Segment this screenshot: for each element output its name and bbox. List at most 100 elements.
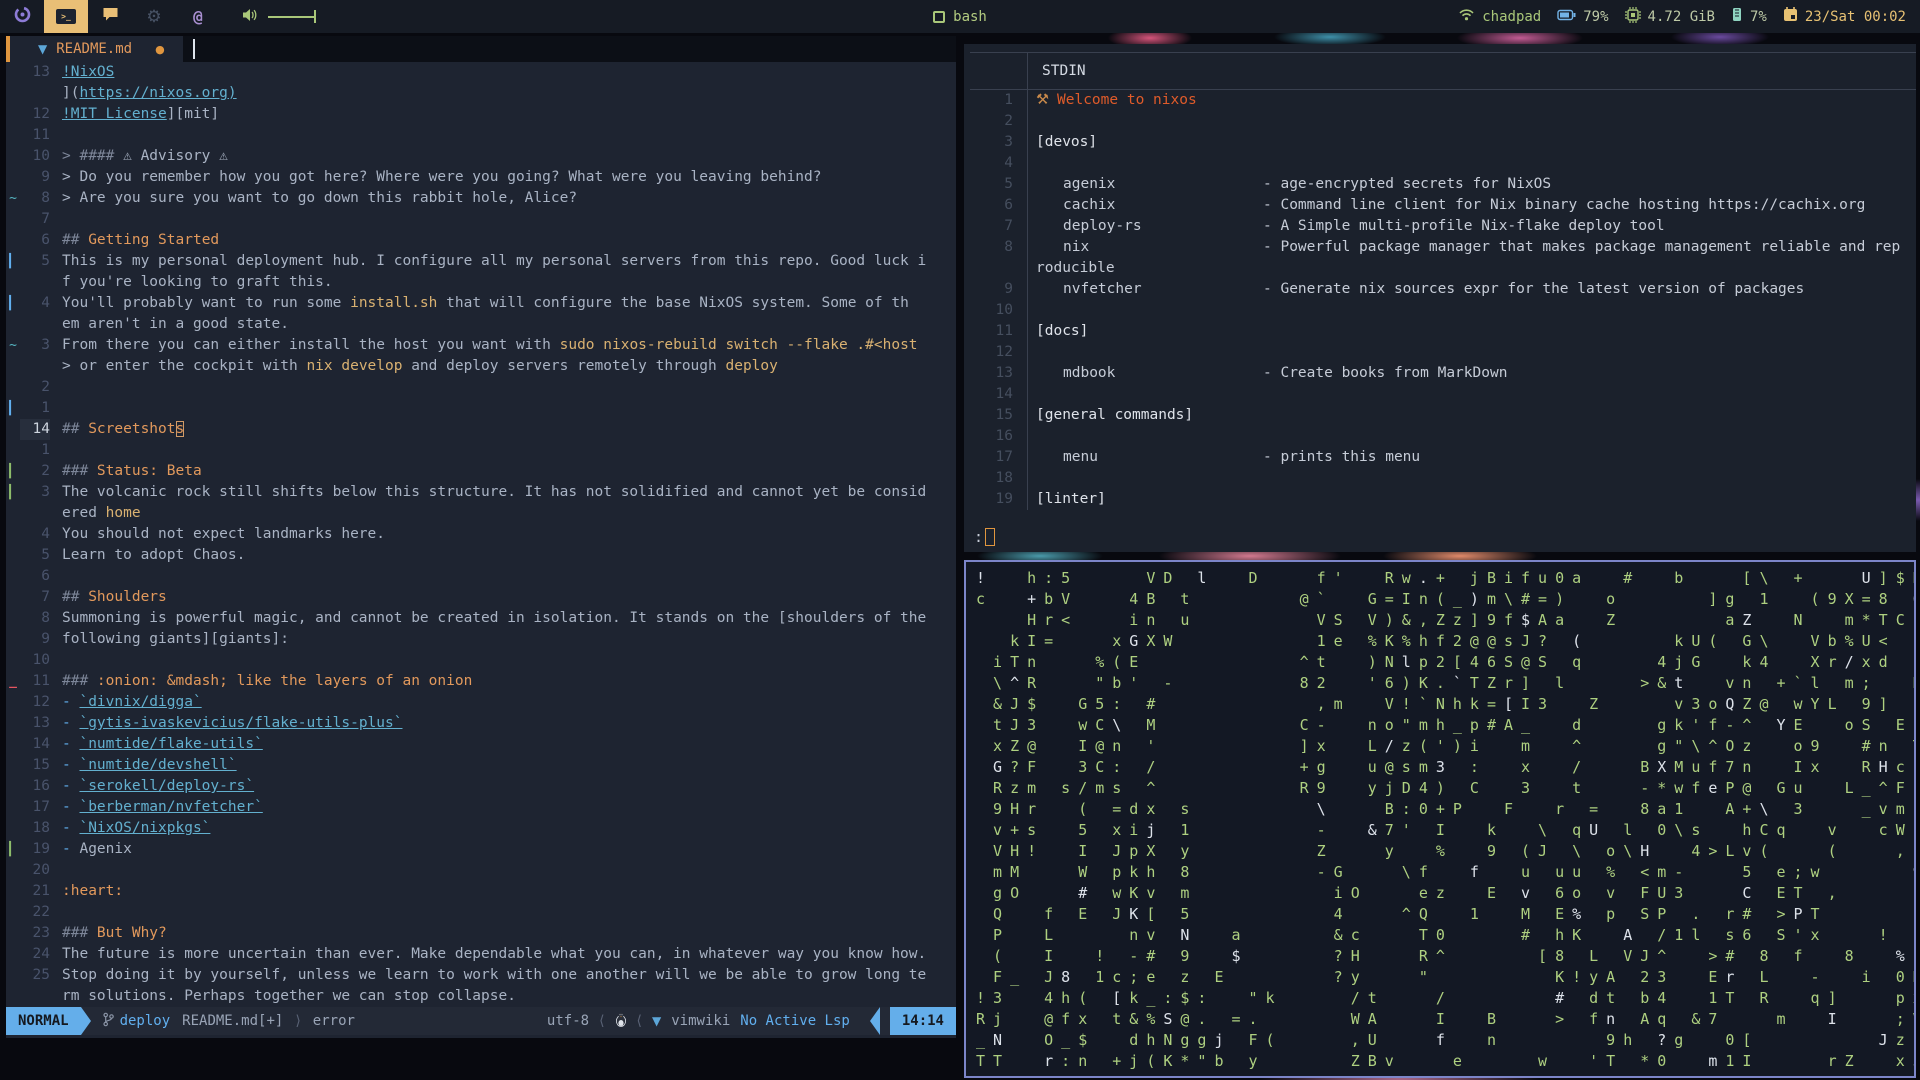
cpu-chip-icon [1624, 6, 1641, 27]
editor-window[interactable]: ▼ README.md ● 13 !NixOS ](https://nixos.o… [6, 36, 956, 1038]
volume-slider[interactable] [268, 15, 314, 18]
window-title: bash [953, 8, 987, 25]
filetype-label: vimwiki [671, 1013, 731, 1029]
network-status[interactable]: chadpad [1458, 8, 1541, 25]
editor-row[interactable]: ▎ 2 ### Status: Beta [6, 461, 956, 482]
matrix-row: _N O_$ dhNggj F( ,U f n 9h ?g 0[ Jz T [976, 1031, 1913, 1049]
editor-row[interactable]: 13 !NixOS [6, 62, 956, 83]
link[interactable]: !MIT License [62, 106, 167, 122]
chevron-left-icon: ⟨ [599, 1013, 605, 1029]
pager-row: 8 nix - Powerful package manager that make… [970, 237, 1916, 258]
editor-row[interactable]: rm solutions. Perhaps together we can st… [6, 986, 956, 1007]
tab-filename: README.md [56, 41, 133, 57]
editor-row[interactable]: ▎ 5 This is my personal deployment hub. I … [6, 251, 956, 272]
editor-row[interactable]: > or enter the cockpit with nix develop … [6, 356, 956, 377]
link[interactable]: https://nixos.org) [79, 85, 236, 101]
pager-row: 9 nvfetcher - Generate nix sources expr fo… [970, 279, 1916, 300]
workspace-chat[interactable] [88, 0, 132, 33]
pager-window[interactable]: STDIN 1 ⚒ Welcome to nixos 2 3 [devos] 4 5 ageni… [964, 44, 1916, 552]
editor-row[interactable]: 21:heart: [6, 881, 956, 902]
workspace-settings[interactable]: ⚙ [132, 0, 176, 33]
memory-status[interactable]: 4.72 GiB [1624, 6, 1715, 27]
editor-row[interactable]: 15- `numtide/devshell` [6, 755, 956, 776]
editor-row[interactable]: 7 ## Shoulders [6, 587, 956, 608]
editor-row[interactable]: 12 !MIT License][mit] [6, 104, 956, 125]
editor-row[interactable]: 25 Stop doing it by yourself, unless we l… [6, 965, 956, 986]
editor-row[interactable]: ered home [6, 503, 956, 524]
workspace-mail[interactable]: @ [176, 0, 220, 33]
matrix-row: !3 4h( [k_:$: "k /t / # dt b4 1T R q] px [976, 989, 1914, 1007]
battery-status[interactable]: 79% [1557, 9, 1609, 25]
editor-row[interactable]: 14- `numtide/flake-utils` [6, 734, 956, 755]
volume-slider-handle[interactable] [314, 10, 316, 23]
powerline-arrow-icon [80, 1007, 91, 1035]
cpu-status[interactable]: 7% [1731, 7, 1767, 26]
editor-row[interactable]: 5 Learn to adopt Chaos. [6, 545, 956, 566]
datetime-label: 23/Sat 00:02 [1804, 8, 1906, 25]
editor-row[interactable]: 20 [6, 860, 956, 881]
editor-row[interactable]: 6 [6, 566, 956, 587]
link[interactable]: `berberman/nvfetcher` [79, 799, 262, 815]
editor-row[interactable]: ~8 > Are you sure you want to go down thi… [6, 188, 956, 209]
editor-row[interactable]: 24 The future is more uncertain than ever… [6, 944, 956, 965]
link[interactable]: `gytis-ivaskevicius/flake-utils-plus` [79, 715, 402, 731]
editor-row[interactable]: em aren't in a good state. [6, 314, 956, 335]
matrix-row: xZ@ I@n ' ]x L/z(')i m ^ g"\^Oz o9 #n T [993, 737, 1914, 755]
editor-row[interactable]: ▎ 3 The volcanic rock still shifts below t… [6, 482, 956, 503]
matrix-row: gO # wKv m iO ez E v 6o v FU3 C ET , 7 [993, 884, 1845, 902]
link[interactable]: !NixOS [62, 64, 114, 80]
editor-row[interactable]: 10 [6, 650, 956, 671]
editor-row[interactable]: 9 following giants][giants]: [6, 629, 956, 650]
editor-row[interactable]: 7 [6, 209, 956, 230]
chevron-left-icon: ⟨ [636, 1013, 643, 1029]
matrix-row: Rj @fx t&%S@. =. WA I B > fn Aq &7 m I ;… [976, 1010, 1914, 1028]
link[interactable]: `numtide/devshell` [79, 757, 236, 773]
matrix-window[interactable]: ! h:5 VD l D f' Rw.+ jBifu0a # b [\ + U]… [964, 560, 1916, 1078]
link[interactable]: `divnix/digga` [79, 694, 201, 710]
branch-name: deploy [119, 1013, 171, 1029]
editor-row[interactable]: 14 ## Screetshots [6, 419, 956, 440]
link[interactable]: `NixOS/nixpkgs` [79, 820, 210, 836]
editor-statusline: NORMAL deploy README.md[+] ⟩ error utf-8… [6, 1007, 956, 1035]
editor-row[interactable]: ▎ 4 You'll probably want to run some insta… [6, 293, 956, 314]
matrix-row: G?F 3C: / +g u@sm3 : x / BXMuf7n Ix RHc [993, 758, 1913, 776]
link[interactable]: `numtide/flake-utils` [79, 736, 262, 752]
editor-row[interactable]: 16- `serokell/deploy-rs` [6, 776, 956, 797]
link[interactable]: `serokell/deploy-rs` [79, 778, 254, 794]
editor-row[interactable]: 12- `divnix/digga` [6, 692, 956, 713]
matrix-grid: ! h:5 VD l D f' Rw.+ jBifu0a # b [\ + U]… [966, 562, 1914, 1072]
volume-control[interactable] [242, 7, 316, 26]
editor-row[interactable]: 13- `gytis-ivaskevicius/flake-utils-plus… [6, 713, 956, 734]
pager-row: 3 [devos] [970, 132, 1916, 153]
clock-status[interactable]: 23/Sat 00:02 [1783, 7, 1906, 26]
editor-row[interactable]: 10 > #### ⚠ Advisory ⚠ [6, 146, 956, 167]
editor-buffer[interactable]: 13 !NixOS ](https://nixos.org) 12 !MIT Lic… [6, 62, 956, 1007]
system-status: chadpad 79% 4.72 GiB 7% 23/Sat 00:02 [1458, 0, 1906, 33]
editor-row[interactable]: 8 Summoning is powerful magic, and cannot… [6, 608, 956, 629]
editor-row[interactable]: 6 ## Getting Started [6, 230, 956, 251]
editor-row[interactable]: ](https://nixos.org) [6, 83, 956, 104]
buffer-tab-readme[interactable]: ▼ README.md ● [10, 36, 183, 62]
editor-row[interactable]: 22 [6, 902, 956, 923]
editor-row[interactable]: 11 [6, 125, 956, 146]
editor-row[interactable]: 17- `berberman/nvfetcher` [6, 797, 956, 818]
editor-row[interactable]: 23 ### But Why? [6, 923, 956, 944]
editor-row[interactable]: ~3 From there you can either install the … [6, 335, 956, 356]
pager-prompt[interactable]: : [974, 528, 996, 546]
pager-row: 4 [970, 153, 1916, 174]
workspace-terminal-active[interactable]: >_ [44, 0, 88, 33]
workspace-firefox[interactable] [0, 0, 44, 33]
matrix-row: ! h:5 VD l D f' Rw.+ jBifu0a # b [\ + U]… [976, 569, 1914, 587]
editor-row[interactable]: 18- `NixOS/nixpkgs` [6, 818, 956, 839]
network-name: chadpad [1482, 8, 1542, 25]
encoding-label: utf-8 [546, 1013, 590, 1029]
editor-row[interactable]: 2 [6, 377, 956, 398]
matrix-row: v+s 5 xij 1 - &7' I k \ qU l 0\s hCq v c… [993, 821, 1914, 839]
editor-row[interactable]: 9 > Do you remember how you got here? Whe… [6, 167, 956, 188]
editor-row[interactable]: f you're looking to graft this. [6, 272, 956, 293]
editor-row[interactable]: _ 11 ### :onion: &mdash; like the layers o… [6, 671, 956, 692]
editor-row[interactable]: ▎ 19- Agenix [6, 839, 956, 860]
editor-row[interactable]: 4 You should not expect landmarks here. [6, 524, 956, 545]
editor-row[interactable]: 1 [6, 440, 956, 461]
editor-row[interactable]: ▎ 1 [6, 398, 956, 419]
